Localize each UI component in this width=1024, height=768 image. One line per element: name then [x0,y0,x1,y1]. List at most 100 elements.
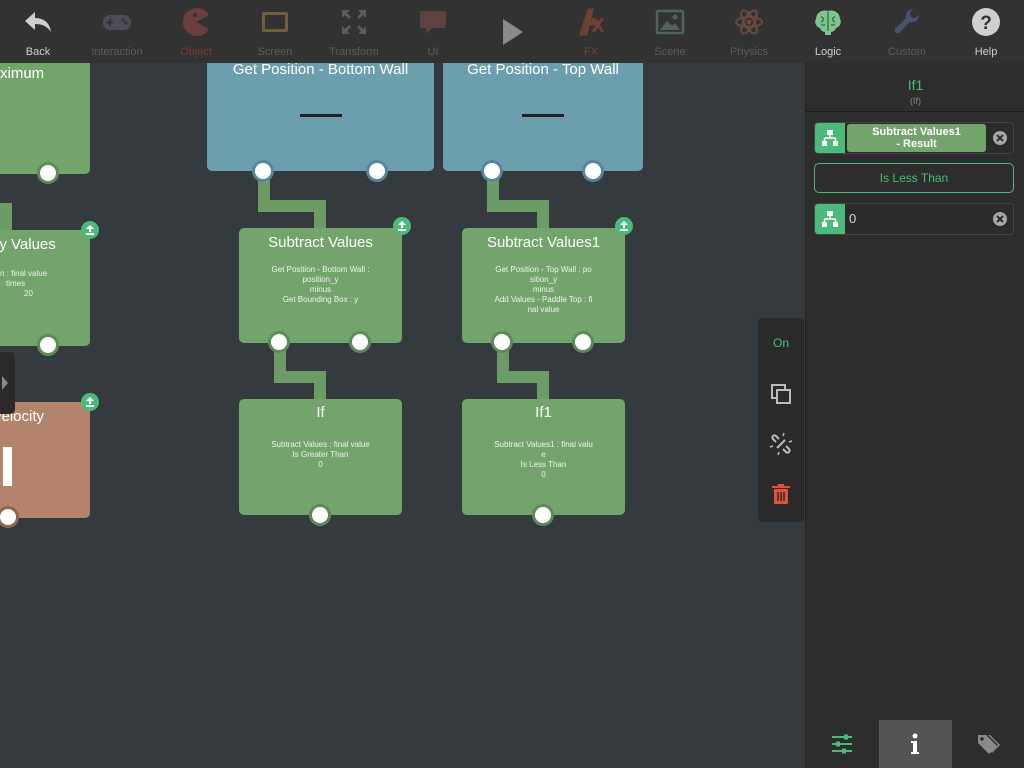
scene-button[interactable]: Scene [630,0,710,63]
output-port[interactable] [481,160,503,182]
node-title: Subtract Values [268,234,373,251]
logic-label: Logic [814,46,842,58]
ui-button[interactable]: UI [393,0,473,63]
comparator-button[interactable]: Is Less Than [814,163,1014,193]
fx-label: FX [583,46,599,58]
operand-value[interactable]: 0 [849,211,856,226]
output-port[interactable] [309,504,331,526]
node-body-line: Subtract Values1 : final valu [494,440,593,449]
node-body-line: Add Values - Paddle Top : fi [494,295,593,304]
tab-tags[interactable] [952,720,1024,768]
help-label: Help [974,46,998,58]
tablet-icon [259,6,291,38]
operand-chip[interactable]: Subtract Values1 - Result [847,124,986,152]
duplicate-icon[interactable] [769,382,793,406]
subtract-values-node[interactable]: Subtract Values Get Position - Bottom Wa… [239,228,402,343]
chevron-right-icon [2,376,8,390]
node-canvas[interactable]: ximum ly Values n : final value times 20… [0,63,805,768]
if1-node[interactable]: If1 Subtract Values1 : final valu e Is L… [462,399,625,515]
output-port[interactable] [366,160,388,182]
question-icon: ? [970,6,1002,38]
hierarchy-icon[interactable] [815,123,845,153]
speech-bubble-icon [417,6,449,38]
get-position-top-wall-node[interactable]: Get Position - Top Wall [443,63,643,171]
screen-button[interactable]: Screen [235,0,315,63]
node-body-line: Get Position - Top Wall : po [495,265,592,274]
right-operand-field[interactable]: 0 [814,203,1014,235]
output-port[interactable] [37,334,59,356]
back-button[interactable]: Back [0,0,78,63]
left-operand-field[interactable]: Subtract Values1 - Result [814,122,1014,154]
output-port[interactable] [491,331,513,353]
output-port[interactable] [37,162,59,184]
get-position-bottom-wall-node[interactable]: Get Position - Bottom Wall [207,63,434,171]
picture-icon [654,6,686,38]
node-body-line: minus [309,285,332,294]
custom-button[interactable]: Custom [867,0,947,63]
connection-wire [314,200,326,230]
output-port[interactable] [0,506,19,528]
object-label: Object [180,46,212,58]
hierarchy-icon[interactable] [815,204,845,234]
output-port[interactable] [349,331,371,353]
brain-icon [812,6,844,38]
inspector-tabs [806,720,1024,768]
node-body-line: Is Less Than [520,460,567,469]
unlink-icon[interactable] [769,432,793,456]
node-body-line: minus [532,285,555,294]
inspector-subtitle: (If) [910,96,921,106]
node-body-line: sition_y [529,275,558,284]
pacman-icon [180,6,212,38]
play-button[interactable] [472,0,552,63]
interaction-button[interactable]: Interaction [77,0,157,63]
node-body-line: times [6,279,26,288]
output-port[interactable] [582,160,604,182]
fx-button[interactable]: FX [551,0,631,63]
clear-icon[interactable] [993,212,1007,226]
node-body-line: 0 [318,460,323,469]
multiply-values-node[interactable]: ly Values n : final value times 20 [0,230,90,346]
node-title: ly Values [0,236,56,253]
physics-button[interactable]: Physics [709,0,789,63]
upload-icon[interactable] [81,393,99,411]
library-drawer-tab[interactable] [0,352,15,414]
on-toggle[interactable]: On [758,336,804,350]
object-button[interactable]: Object [156,0,236,63]
tab-info[interactable] [879,720,952,768]
node-title: If1 [535,404,552,421]
tab-settings[interactable] [806,720,879,768]
velocity-node[interactable]: velocity [0,402,90,518]
maximum-node[interactable]: ximum [0,63,90,174]
help-button[interactable]: ? Help [946,0,1024,63]
ui-label: UI [427,46,439,58]
inspector-panel: If1 (If) Subtract Values1 - Result Is Le… [805,63,1024,768]
custom-label: Custom [888,46,926,58]
screen-label: Screen [257,46,293,58]
connection-wire [537,371,549,401]
output-port[interactable] [268,331,290,353]
info-icon [911,733,919,754]
connection-wire [537,200,549,230]
output-port[interactable] [252,160,274,182]
trash-icon[interactable] [769,482,793,506]
output-port[interactable] [572,331,594,353]
operand-chip-line1: Subtract Values1 [872,126,961,138]
node-body-line: position_y [302,275,339,284]
upload-icon[interactable] [81,221,99,239]
upload-icon[interactable] [393,217,411,235]
logic-button[interactable]: Logic [788,0,868,63]
node-action-strip: On [758,318,804,522]
if-node[interactable]: If Subtract Values : final value Is Grea… [239,399,402,515]
clear-icon[interactable] [993,131,1007,145]
node-title: Get Position - Bottom Wall [232,63,409,78]
play-icon [496,16,528,48]
subtract-values1-node[interactable]: Subtract Values1 Get Position - Top Wall… [462,228,625,343]
upload-icon[interactable] [615,217,633,235]
node-title: Subtract Values1 [486,234,601,251]
transform-label: Transform [329,46,379,58]
output-port[interactable] [532,504,554,526]
transform-button[interactable]: Transform [314,0,394,63]
physics-label: Physics [730,46,768,58]
transform-icon [338,6,370,38]
value-dash [299,114,342,117]
